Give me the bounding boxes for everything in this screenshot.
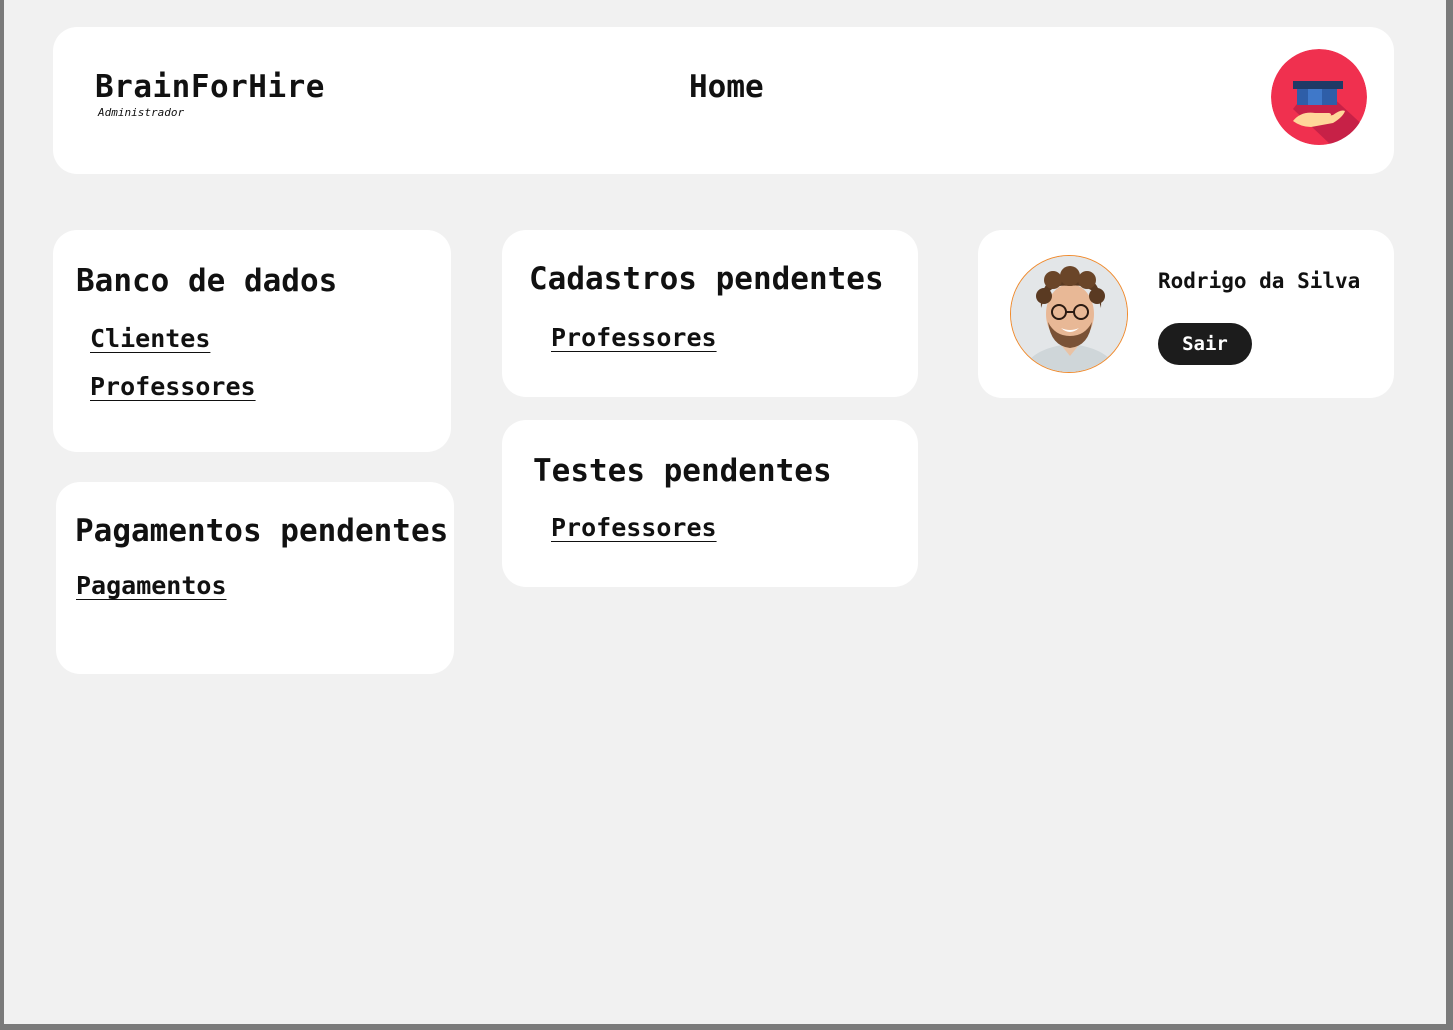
tests-professors-link[interactable]: Professores [551, 513, 717, 542]
user-name: Rodrigo da Silva [1158, 269, 1361, 293]
database-card: Banco de dados Clientes Professores [53, 230, 451, 452]
avatar [1010, 255, 1128, 373]
user-card: Rodrigo da Silva Sair [978, 230, 1394, 398]
registrations-card: Cadastros pendentes Professores [502, 230, 918, 397]
registrations-professors-link[interactable]: Professores [551, 323, 717, 352]
header-bar: BrainForHire Administrador Home [53, 27, 1394, 174]
payments-link[interactable]: Pagamentos [76, 571, 227, 600]
database-title: Banco de dados [76, 263, 338, 299]
registrations-title: Cadastros pendentes [529, 261, 884, 297]
tests-title: Testes pendentes [533, 453, 832, 489]
clients-link[interactable]: Clientes [90, 324, 210, 353]
brand-role: Administrador [98, 106, 185, 119]
payments-title: Pagamentos pendentes [75, 513, 449, 549]
payments-card: Pagamentos pendentes Pagamentos [56, 482, 454, 674]
page-title: Home [689, 69, 764, 105]
brand-name: BrainForHire [95, 69, 325, 105]
graduation-cap-hand-icon[interactable] [1271, 49, 1367, 145]
database-professors-link[interactable]: Professores [90, 372, 256, 401]
tests-card: Testes pendentes Professores [502, 420, 918, 587]
page: BrainForHire Administrador Home Banco de… [4, 0, 1446, 1024]
logout-button[interactable]: Sair [1158, 323, 1252, 365]
